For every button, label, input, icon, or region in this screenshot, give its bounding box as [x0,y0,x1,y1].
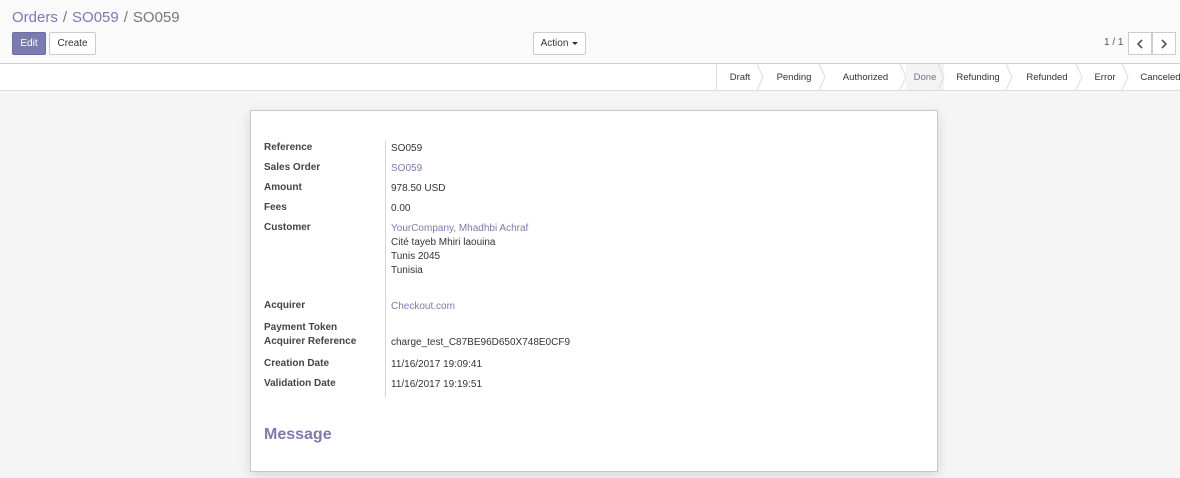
message-section-title: Message [264,426,332,443]
create-button[interactable]: Create [49,32,96,55]
customer-address-line: Cité tayeb Mhiri laouina [391,237,496,248]
control-panel: Orders / SO059 / SO059 Edit Create Actio… [0,0,1180,64]
action-dropdown[interactable]: Action [533,32,586,55]
status-step-error[interactable]: Error [1082,64,1129,90]
validation-date-label: Validation Date [264,378,336,389]
breadcrumb-separator: / [123,9,128,26]
acquirer-reference-value: charge_test_C87BE96D650X748E0CF9 [391,337,571,348]
step-arrow-icon [819,64,826,90]
validation-date-value: 11/16/2017 19:19:51 [391,379,483,390]
step-arrow-icon [1076,64,1083,90]
status-step-draft[interactable]: Draft [717,64,764,90]
field-divider [385,141,386,397]
pager-previous-button[interactable] [1128,32,1152,55]
status-step-label: Error [1094,71,1116,83]
step-arrow-icon [900,64,907,90]
status-step-authorized[interactable]: Authorized [825,64,907,90]
creation-date-label: Creation Date [264,358,330,369]
amount-value: 978.50 USD [391,183,446,194]
acquirer-link[interactable]: Checkout.com [391,301,455,312]
step-arrow-icon [1122,64,1129,90]
status-step-label: Authorized [842,71,889,83]
pager-value: 1 / 1 [1104,37,1124,48]
creation-date-value: 11/16/2017 19:09:41 [391,359,483,370]
status-step-refunded[interactable]: Refunded [1012,64,1083,90]
status-step-canceled[interactable]: Canceled [1128,64,1180,90]
step-arrow-icon [757,64,764,90]
form-sheet: Reference SO059 Sales Order SO059 Amount… [250,110,938,472]
breadcrumb-order-link[interactable]: SO059 [72,9,119,26]
reference-label: Reference [264,142,313,153]
status-steps: Draft Pending Authorized Done Refunding Refun… [716,64,1180,90]
chevron-right-icon [1161,38,1168,49]
status-step-label: Refunding [956,71,1000,83]
status-step-pending[interactable]: Pending [763,64,826,90]
acquirer-reference-label: Acquirer Reference [264,336,357,347]
customer-address-line: Tunis 2045 [391,251,441,262]
status-step-label: Refunded [1026,71,1068,83]
customer-address-line: Tunisia [391,265,423,276]
customer-label: Customer [264,222,311,233]
status-step-label: Done [913,71,937,83]
status-step-refunding[interactable]: Refunding [944,64,1013,90]
fees-value: 0.00 [391,203,411,214]
edit-button[interactable]: Edit [12,32,46,55]
status-step-label: Draft [729,71,751,83]
step-arrow-icon [1006,64,1013,90]
fees-label: Fees [264,202,287,213]
acquirer-label: Acquirer [264,300,306,311]
status-bar: Draft Pending Authorized Done Refunding Refun… [0,64,1180,91]
breadcrumb: Orders / SO059 / SO059 [12,9,180,26]
sales-order-label: Sales Order [264,162,321,173]
breadcrumb-orders-link[interactable]: Orders [12,9,58,26]
step-arrow-icon [938,64,945,90]
breadcrumb-current: SO059 [132,9,180,26]
amount-label: Amount [264,182,302,193]
breadcrumb-separator: / [62,9,68,26]
payment-token-label: Payment Token [264,322,338,333]
chevron-left-icon [1136,38,1143,49]
caret-down-icon [572,42,579,45]
pager-next-button[interactable] [1152,32,1176,55]
customer-link[interactable]: YourCompany, Mhadhbi Achraf [391,223,528,234]
action-label: Action [540,38,569,49]
sales-order-link[interactable]: SO059 [391,163,422,174]
reference-value: SO059 [391,143,423,154]
status-step-label: Pending [776,71,812,83]
status-step-label: Canceled [1140,71,1180,83]
